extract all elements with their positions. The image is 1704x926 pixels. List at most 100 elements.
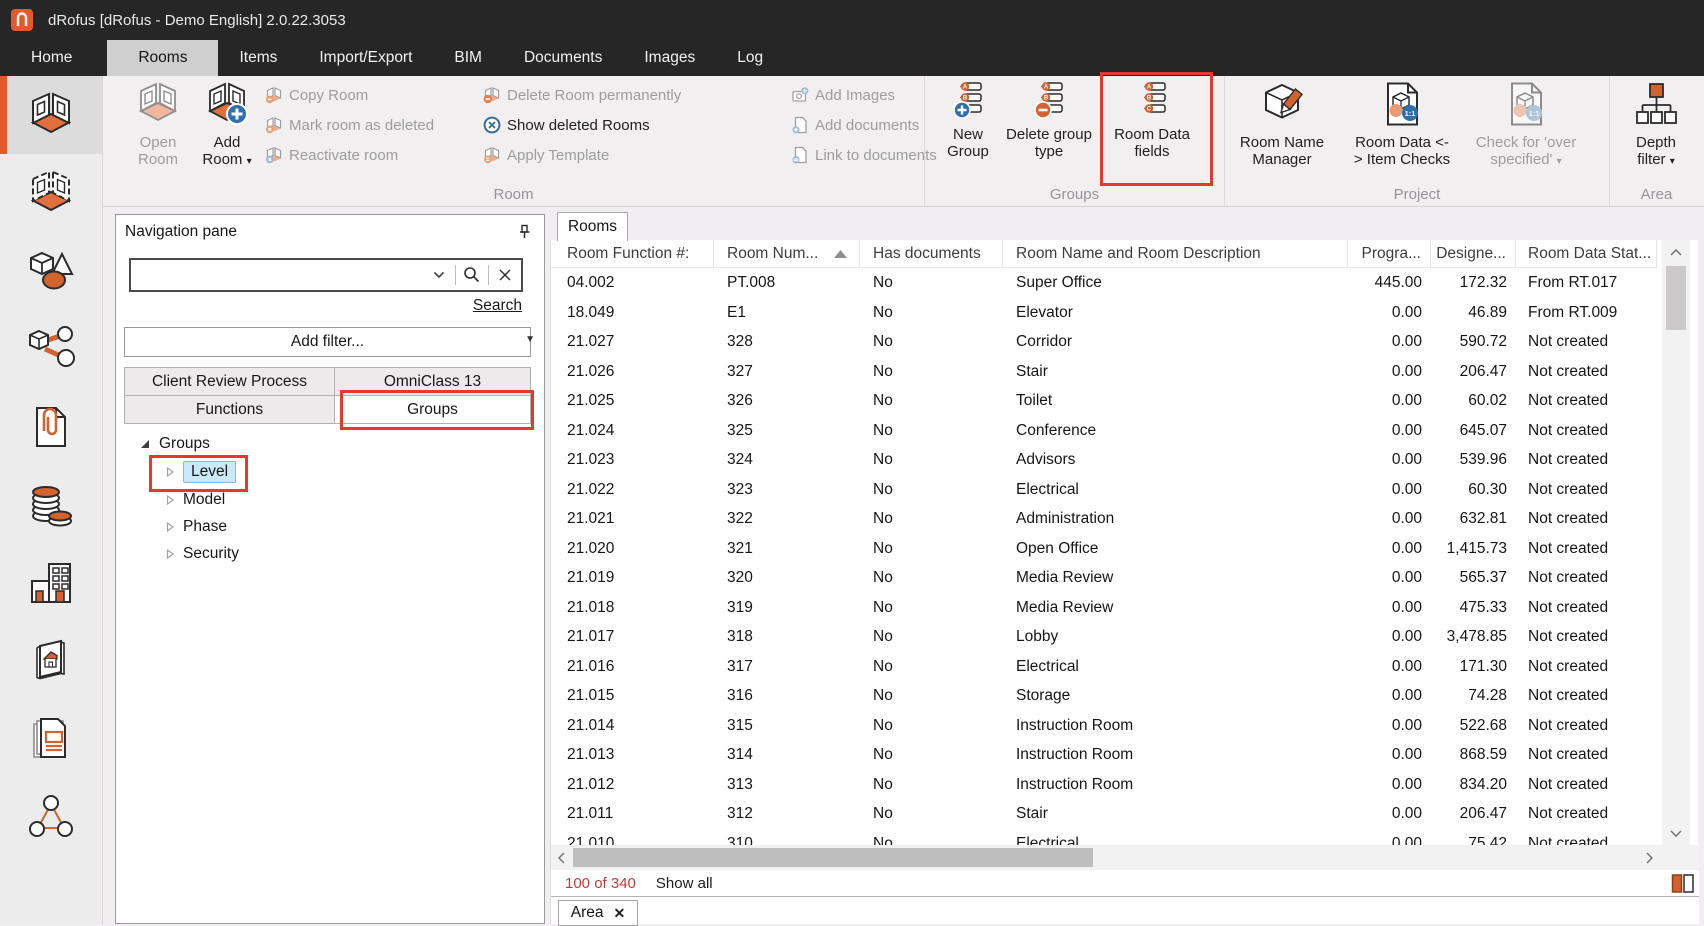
- reactivate-room-button[interactable]: Reactivate room: [265, 142, 398, 168]
- table-row[interactable]: 21.018319NoMedia Review0.00475.33Not cre…: [551, 593, 1657, 623]
- room-data-item-checks-button[interactable]: 1:1 Room Data <- > Item Checks: [1349, 81, 1455, 168]
- search-input[interactable]: [131, 260, 423, 290]
- menu-import-export[interactable]: Import/Export: [298, 40, 433, 76]
- column-header-room-name[interactable]: Room Name and Room Description: [1003, 240, 1348, 267]
- table-row[interactable]: 21.011312NoStair0.00206.47Not created: [551, 799, 1657, 829]
- table-row[interactable]: 21.025326NoToilet0.0060.02Not created: [551, 386, 1657, 416]
- search-icon[interactable]: [456, 260, 488, 290]
- clear-search-icon[interactable]: [489, 260, 521, 290]
- show-deleted-rooms-button[interactable]: Show deleted Rooms: [483, 112, 650, 138]
- sidebar-item-items[interactable]: [0, 232, 102, 310]
- depth-filter-button[interactable]: Depth filter ▾: [1625, 81, 1687, 170]
- table-row[interactable]: 21.023324NoAdvisors0.00539.96Not created: [551, 445, 1657, 475]
- sidebar-item-item-links[interactable]: [0, 310, 102, 388]
- table-row[interactable]: 21.015316NoStorage0.0074.28Not created: [551, 681, 1657, 711]
- table-cell: Not created: [1516, 770, 1657, 800]
- horizontal-scrollbar-thumb[interactable]: [573, 848, 1093, 867]
- apply-template-label: Apply Template: [507, 147, 609, 164]
- menu-documents[interactable]: Documents: [503, 40, 623, 76]
- menu-items[interactable]: Items: [218, 40, 298, 76]
- table-row[interactable]: 21.013314NoInstruction Room0.00868.59Not…: [551, 740, 1657, 770]
- scroll-right-icon[interactable]: [1639, 845, 1659, 870]
- new-group-button[interactable]: AB New Group: [938, 81, 998, 160]
- table-cell: 328: [714, 327, 860, 357]
- column-header-designed[interactable]: Designe...: [1431, 240, 1516, 267]
- column-header-programmed[interactable]: Progra...: [1348, 240, 1431, 267]
- table-row[interactable]: 21.017318NoLobby0.003,478.85Not created: [551, 622, 1657, 652]
- table-row[interactable]: 18.049E1NoElevator0.0046.89From RT.009: [551, 298, 1657, 328]
- sidebar-item-documents[interactable]: [0, 388, 102, 466]
- sidebar-item-network[interactable]: [0, 778, 102, 856]
- menu-log[interactable]: Log: [716, 40, 784, 76]
- chevron-down-icon[interactable]: [423, 260, 455, 290]
- table-row[interactable]: 21.014315NoInstruction Room0.00522.68Not…: [551, 711, 1657, 741]
- tree-node-security[interactable]: Security: [166, 545, 239, 563]
- open-room-button[interactable]: Open Room: [127, 81, 189, 168]
- sidebar-item-rooms-ghost[interactable]: [0, 154, 102, 232]
- scroll-up-icon[interactable]: [1662, 240, 1690, 264]
- tree-collapsed-icon[interactable]: [166, 549, 174, 559]
- tree-node-phase[interactable]: Phase: [166, 518, 227, 536]
- table-row[interactable]: 21.026327NoStair0.00206.47Not created: [551, 357, 1657, 387]
- table-row[interactable]: 21.024325NoConference0.00645.07Not creat…: [551, 416, 1657, 446]
- tree-node-groups-root[interactable]: Groups: [140, 435, 210, 453]
- sidebar-item-reports[interactable]: [0, 700, 102, 778]
- nav-tab-client-review-process[interactable]: Client Review Process: [124, 367, 335, 396]
- search-link[interactable]: Search: [473, 297, 522, 315]
- table-row[interactable]: 21.020321NoOpen Office0.001,415.73Not cr…: [551, 534, 1657, 564]
- delete-group-type-button[interactable]: AB Delete group type: [1004, 81, 1094, 160]
- tree-collapsed-icon[interactable]: [166, 522, 174, 532]
- column-header-room-number[interactable]: Room Num...: [714, 240, 860, 267]
- check-over-specified-button[interactable]: 1:1 Check for 'over specified' ▾: [1470, 81, 1582, 170]
- table-row[interactable]: 21.010310NoElectrical0.0075.42Not create…: [551, 829, 1657, 846]
- copy-room-button[interactable]: Copy Room: [265, 82, 368, 108]
- nav-tab-functions[interactable]: Functions: [124, 395, 335, 424]
- add-filter-dropdown-icon[interactable]: ▼: [525, 334, 535, 345]
- add-room-button[interactable]: Add Room ▾: [195, 81, 259, 170]
- table-cell: 310: [714, 829, 860, 846]
- table-row[interactable]: 21.019320NoMedia Review0.00565.37Not cre…: [551, 563, 1657, 593]
- vertical-scrollbar-thumb[interactable]: [1666, 266, 1686, 330]
- horizontal-scrollbar[interactable]: [551, 845, 1662, 870]
- scroll-down-icon[interactable]: [1662, 821, 1690, 845]
- table-cell: 0.00: [1348, 770, 1431, 800]
- menu-rooms[interactable]: Rooms: [107, 40, 218, 76]
- add-documents-button[interactable]: Add documents: [791, 112, 919, 138]
- tree-expanded-icon[interactable]: [140, 439, 150, 449]
- room-name-manager-button[interactable]: Room Name Manager: [1237, 81, 1327, 168]
- add-filter-button[interactable]: Add filter...: [124, 327, 531, 357]
- rooms-document-tab[interactable]: Rooms: [557, 212, 628, 241]
- table-row[interactable]: 21.016317NoElectrical0.00171.30Not creat…: [551, 652, 1657, 682]
- table-cell: Storage: [1003, 681, 1348, 711]
- tree-collapsed-icon[interactable]: [166, 495, 174, 505]
- table-cell: 0.00: [1348, 799, 1431, 829]
- table-row[interactable]: 21.021322NoAdministration0.00632.81Not c…: [551, 504, 1657, 534]
- menu-home[interactable]: Home: [10, 40, 93, 76]
- add-images-button[interactable]: Add Images: [791, 82, 895, 108]
- table-row[interactable]: 21.022323NoElectrical0.0060.30Not create…: [551, 475, 1657, 505]
- column-header-room-function[interactable]: Room Function #:: [551, 240, 714, 267]
- close-icon[interactable]: ✕: [614, 905, 626, 922]
- sidebar-item-project-book[interactable]: [0, 622, 102, 700]
- table-row[interactable]: 04.002PT.008NoSuper Office445.00172.32Fr…: [551, 268, 1657, 298]
- scroll-left-icon[interactable]: [551, 845, 571, 870]
- apply-template-button[interactable]: Apply Template: [483, 142, 609, 168]
- layout-columns-icon[interactable]: [1671, 873, 1695, 894]
- area-tab[interactable]: Area ✕: [558, 900, 638, 926]
- menu-bim[interactable]: BIM: [433, 40, 503, 76]
- sidebar-item-database[interactable]: [0, 466, 102, 544]
- column-header-room-data-status[interactable]: Room Data Stat...: [1516, 240, 1657, 267]
- vertical-scrollbar[interactable]: [1662, 240, 1690, 845]
- sidebar-item-rooms[interactable]: [0, 76, 102, 154]
- table-row[interactable]: 21.027328NoCorridor0.00590.72Not created: [551, 327, 1657, 357]
- column-header-has-documents[interactable]: Has documents: [860, 240, 1003, 267]
- link-to-documents-button[interactable]: Link to documents: [791, 142, 937, 168]
- mark-room-deleted-button[interactable]: Mark room as deleted: [265, 112, 434, 138]
- table-row[interactable]: 21.012313NoInstruction Room0.00834.20Not…: [551, 770, 1657, 800]
- tree-node-model[interactable]: Model: [166, 491, 225, 509]
- delete-room-permanently-button[interactable]: Delete Room permanently: [483, 82, 681, 108]
- sidebar-item-building[interactable]: [0, 544, 102, 622]
- pin-icon[interactable]: [516, 224, 532, 240]
- show-all-button[interactable]: Show all: [656, 875, 713, 892]
- menu-images[interactable]: Images: [623, 40, 716, 76]
